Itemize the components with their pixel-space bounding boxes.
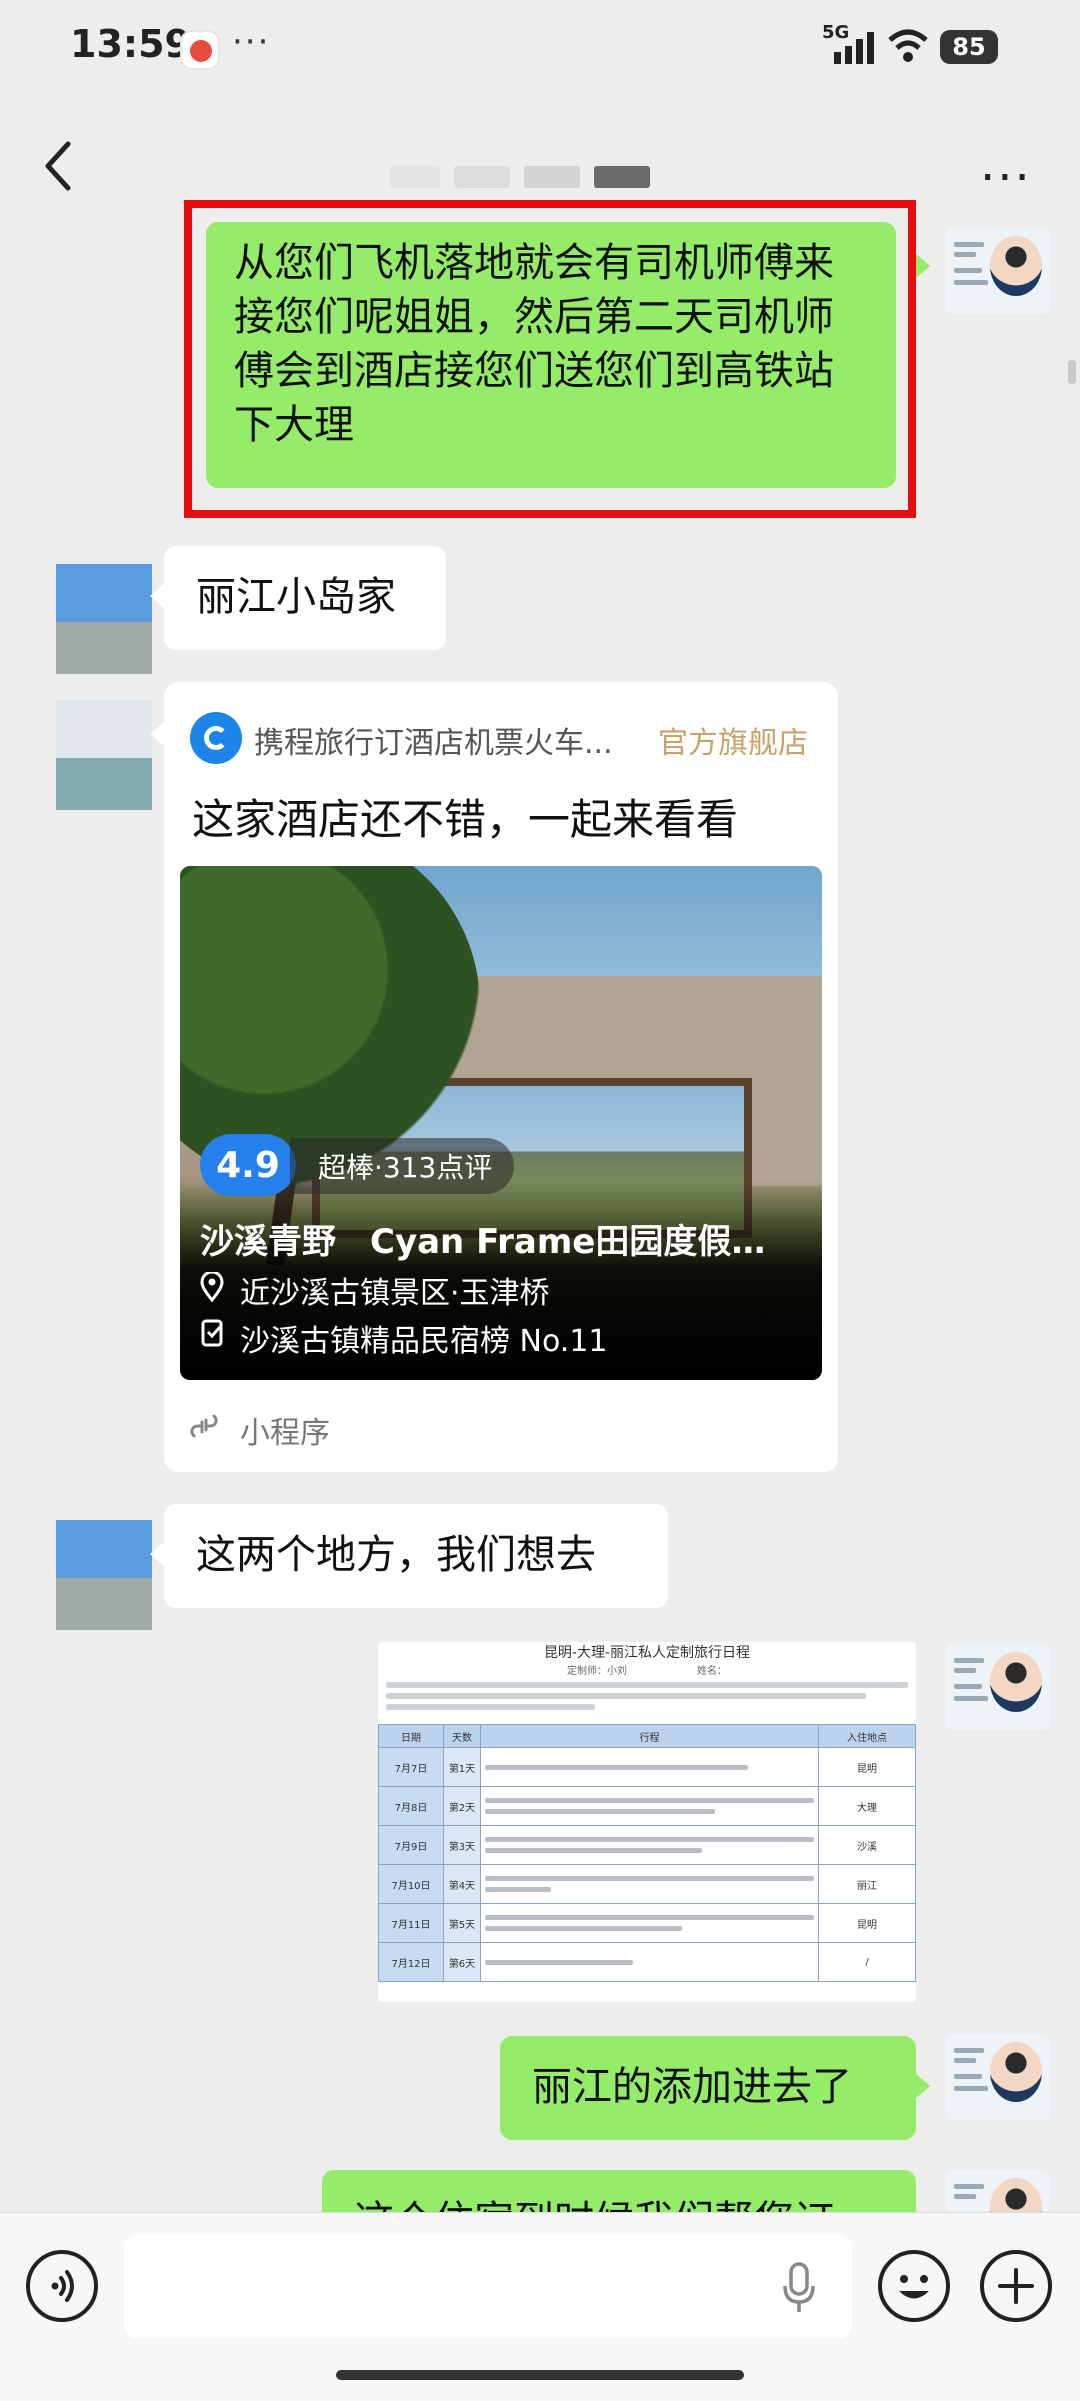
table-header-cell: 日期 (378, 1724, 444, 1748)
avatar[interactable] (56, 700, 152, 810)
table-header: 日期 天数 行程 入住地点 (378, 1724, 916, 1748)
message-bubble-received[interactable]: 丽江小岛家 (164, 546, 446, 650)
scrollbar[interactable] (1068, 360, 1076, 384)
hotel-ranking: 沙溪古镇精品民宿榜 No.11 (240, 1324, 608, 1359)
battery-indicator: 85 (940, 30, 998, 64)
itinerary-title: 昆明-大理-丽江私人定制旅行日程 (543, 1645, 751, 1661)
table-cell: 大理 (818, 1786, 916, 1826)
mini-program-icon (190, 1414, 218, 1438)
table-row: 7月12日 第6天 / (378, 1942, 916, 1982)
ranking-icon (201, 1319, 223, 1347)
bubble-tail (150, 722, 164, 746)
ctrip-logo-icon (190, 712, 242, 764)
rating-summary: 超棒·313点评 (290, 1138, 515, 1194)
status-overflow: ··· (232, 22, 271, 62)
table-row: 7月11日 第5天 昆明 (378, 1903, 916, 1943)
chevron-left-icon[interactable] (38, 138, 78, 194)
table-cell: 第4天 (443, 1864, 481, 1904)
voice-icon[interactable] (26, 2250, 98, 2322)
table-cell: 沙溪 (818, 1825, 916, 1865)
itinerary-table: 日期 天数 行程 入住地点 7月7日 第1天 昆明 7月8日 第2天 大理 7月9日 第3… (378, 1724, 916, 1982)
avatar[interactable] (946, 2034, 1050, 2120)
table-row: 7月7日 第1天 昆明 (378, 1747, 916, 1787)
signal-icon (834, 32, 874, 64)
location-pin-icon (200, 1272, 224, 1302)
message-input[interactable] (124, 2234, 852, 2338)
bubble-tail (916, 254, 930, 278)
bubble-tail (916, 2074, 930, 2098)
table-header-cell: 入住地点 (818, 1724, 916, 1748)
avatar[interactable] (946, 1644, 1050, 1730)
table-cell: 昆明 (818, 1747, 916, 1787)
table-row: 7月9日 第3天 沙溪 (378, 1825, 916, 1865)
home-indicator[interactable] (336, 2370, 744, 2380)
table-row: 7月10日 第4天 丽江 (378, 1864, 916, 1904)
itinerary-subtitle: 定制师：小刘 姓名： (567, 1666, 727, 1677)
card-title: 这家酒店还不错，一起来看看 (192, 795, 739, 844)
table-header-cell: 天数 (443, 1724, 481, 1748)
table-cell: 7月11日 (378, 1903, 444, 1943)
status-time: 13:59 (70, 22, 191, 66)
table-header-cell: 行程 (480, 1724, 819, 1748)
chat-title-redacted (390, 166, 650, 188)
table-cell: / (818, 1942, 916, 1982)
official-store-badge: 官方旗舰店 (658, 726, 808, 761)
bubble-tail (150, 1542, 164, 1566)
table-cell: 第2天 (443, 1786, 481, 1826)
table-cell: 丽江 (818, 1864, 916, 1904)
app-notification-icon (180, 30, 220, 70)
itinerary-intro (386, 1682, 908, 1718)
table-cell: 第1天 (443, 1747, 481, 1787)
table-cell: 7月12日 (378, 1942, 444, 1982)
mini-program-label: 小程序 (240, 1416, 330, 1451)
itinerary-image[interactable]: 昆明-大理-丽江私人定制旅行日程 定制师：小刘 姓名： 日期 天数 行程 入住地… (378, 1642, 916, 2002)
message-text: 这两个地方，我们想去 (196, 1532, 596, 1578)
avatar[interactable] (946, 2170, 1050, 2212)
mic-icon[interactable] (782, 2262, 816, 2314)
table-cell: 第3天 (443, 1825, 481, 1865)
wifi-icon (888, 29, 928, 62)
table-cell: 7月9日 (378, 1825, 444, 1865)
plus-icon[interactable] (980, 2250, 1052, 2322)
emoji-icon[interactable] (878, 2250, 950, 2322)
message-bubble-sent[interactable]: 丽江的添加进去了 (500, 2036, 916, 2140)
message-text: 丽江小岛家 (196, 574, 396, 620)
hotel-location: 近沙溪古镇景区·玉津桥 (240, 1276, 550, 1311)
more-dots-icon[interactable]: ··· (980, 150, 1032, 206)
bubble-tail (150, 584, 164, 608)
table-row: 7月8日 第2天 大理 (378, 1786, 916, 1826)
table-cell: 7月7日 (378, 1747, 444, 1787)
avatar[interactable] (56, 564, 152, 674)
table-cell: 第5天 (443, 1903, 481, 1943)
table-cell: 7月10日 (378, 1864, 444, 1904)
avatar[interactable] (56, 1520, 152, 1630)
hotel-name: 沙溪青野 Cyan Frame田园度假民... (200, 1222, 790, 1262)
avatar[interactable] (946, 228, 1050, 314)
table-cell: 昆明 (818, 1903, 916, 1943)
card-source: 携程旅行订酒店机票火车... (254, 726, 613, 761)
table-cell: 7月8日 (378, 1786, 444, 1826)
message-bubble-received[interactable]: 这两个地方，我们想去 (164, 1504, 668, 1608)
table-cell: 第6天 (443, 1942, 481, 1982)
highlight-frame (184, 200, 916, 518)
message-text: 丽江的添加进去了 (532, 2064, 852, 2110)
rating-badge: 4.9 (200, 1134, 296, 1196)
